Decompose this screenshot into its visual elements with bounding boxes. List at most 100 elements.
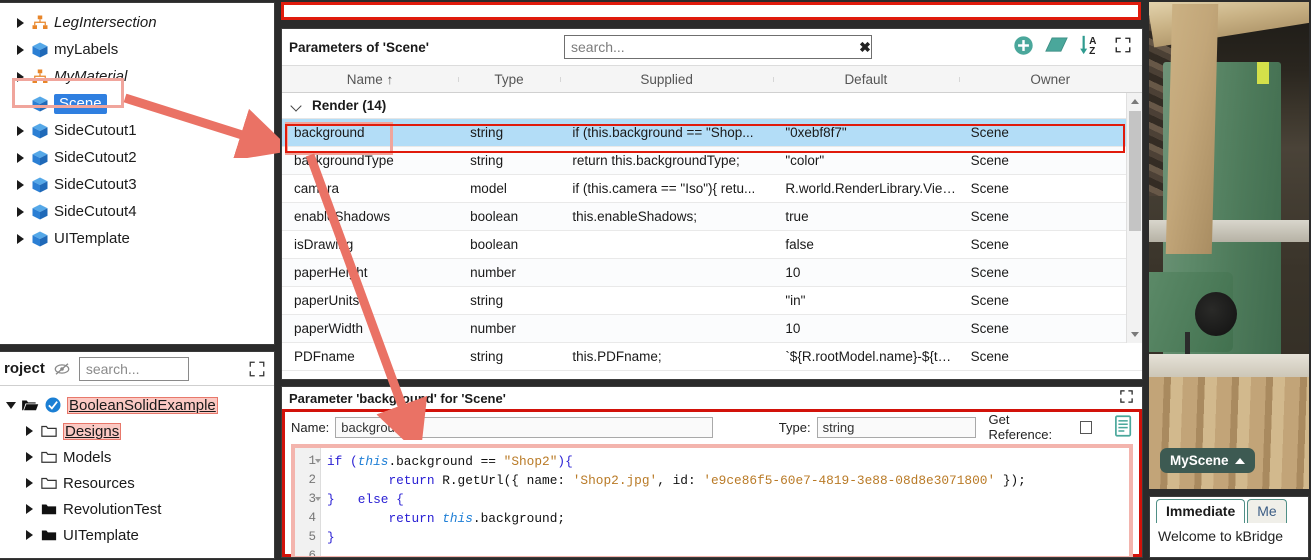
type-input[interactable]: string xyxy=(816,416,977,438)
console-message: Welcome to kBridge xyxy=(1158,528,1284,544)
project-item-uitemplate[interactable]: UITemplate xyxy=(0,522,274,548)
caret-right-icon[interactable] xyxy=(16,44,26,56)
project-tree[interactable]: BooleanSolidExample Designs Models Resource… xyxy=(0,386,274,548)
caret-right-icon[interactable] xyxy=(16,233,26,245)
name-input[interactable]: background xyxy=(335,416,713,438)
table-row[interactable]: PDFname string this.PDFname; `${R.rootModel… xyxy=(282,343,1142,371)
column-header-type[interactable]: Type xyxy=(458,72,560,87)
render-viewport[interactable]: MyScene xyxy=(1149,2,1309,489)
model-tree-panel: LegIntersection myLabels MyMaterial Scene Si… xyxy=(0,2,275,345)
cell-name: PDFname xyxy=(294,349,355,364)
parameters-scrollbar[interactable] xyxy=(1126,93,1142,343)
tree-item-mymaterial[interactable]: MyMaterial xyxy=(0,63,274,90)
caret-right-icon[interactable] xyxy=(16,152,26,164)
code-token: this xyxy=(357,454,389,469)
code-editor[interactable]: 1 2 3 4 5 6 if (this.background == "Shop2"){ … xyxy=(291,444,1133,557)
parameters-title: Parameters of 'Scene' xyxy=(289,39,429,55)
tree-item-mylabels[interactable]: myLabels xyxy=(0,36,274,63)
caret-down-icon[interactable] xyxy=(6,399,16,411)
table-row[interactable]: enableShadows boolean this.enableShadows; t… xyxy=(282,203,1142,231)
cell-name: camera xyxy=(294,181,340,196)
table-row[interactable]: camera model if (this.camera == "Iso"){ re… xyxy=(282,175,1142,203)
clear-search-icon[interactable]: ✖ xyxy=(858,35,872,59)
console-tabs[interactable]: Immediate Me xyxy=(1150,497,1308,523)
right-column: MyScene Immediate Me Welcome to kBridge xyxy=(1147,0,1311,560)
tree-item-sidecutout4[interactable]: SideCutout4 xyxy=(0,198,274,225)
project-item-resources[interactable]: Resources xyxy=(0,470,274,496)
tree-item-sidecutout3[interactable]: SideCutout3 xyxy=(0,171,274,198)
caret-none[interactable] xyxy=(16,98,26,110)
box-icon xyxy=(31,149,49,167)
viewport-wheel xyxy=(1195,292,1237,336)
caret-right-icon[interactable] xyxy=(16,71,26,83)
tab-immediate[interactable]: Immediate xyxy=(1156,499,1246,523)
scrollbar-thumb[interactable] xyxy=(1129,111,1141,231)
table-row[interactable]: paperWidth number 10 Scene xyxy=(282,315,1142,343)
column-header-name[interactable]: Name ↑ xyxy=(282,72,458,87)
tree-item-legintersection[interactable]: LegIntersection xyxy=(0,9,274,36)
code-token: return xyxy=(388,511,435,526)
code-line: return this.background; xyxy=(327,509,1129,528)
svg-text:Z: Z xyxy=(1089,46,1095,56)
get-reference-checkbox[interactable] xyxy=(1079,420,1093,434)
parameters-rows[interactable]: background string if (this.background == "… xyxy=(282,119,1142,371)
project-item-booleansolidexample[interactable]: BooleanSolidExample xyxy=(0,392,274,418)
eye-slash-icon[interactable] xyxy=(53,360,71,378)
table-row[interactable]: background string if (this.background == "… xyxy=(282,119,1142,147)
table-row[interactable]: paperHeight number 10 Scene xyxy=(282,259,1142,287)
code-text[interactable]: if (this.background == "Shop2"){ return … xyxy=(321,448,1129,556)
sort-az-icon[interactable]: A Z xyxy=(1079,34,1103,59)
group-row-render[interactable]: Render (14) xyxy=(282,93,1142,119)
parameters-search-input[interactable]: search... xyxy=(564,35,872,59)
caret-right-icon[interactable] xyxy=(16,206,26,218)
cell-owner: Scene xyxy=(970,209,1009,224)
box-icon xyxy=(31,176,49,194)
scene-selector-button[interactable]: MyScene xyxy=(1160,448,1255,473)
cell-type: string xyxy=(470,125,504,140)
scene-selector-label: MyScene xyxy=(1170,453,1229,468)
scroll-down-arrow-icon[interactable] xyxy=(1127,327,1142,343)
table-row[interactable]: isDrawing boolean false Scene xyxy=(282,231,1142,259)
project-item-revolutiontest[interactable]: RevolutionTest xyxy=(0,496,274,522)
project-item-designs[interactable]: Designs xyxy=(0,418,274,444)
cell-supplied: return this.backgroundType; xyxy=(572,153,740,168)
tree-item-sidecutout1[interactable]: SideCutout1 xyxy=(0,117,274,144)
tree-item-label: SideCutout1 xyxy=(54,122,137,139)
column-header-supplied[interactable]: Supplied xyxy=(560,72,773,87)
fold-arrow-icon[interactable] xyxy=(315,497,321,501)
caret-right-icon[interactable] xyxy=(25,451,35,463)
add-parameter-icon[interactable] xyxy=(1013,35,1034,59)
table-row[interactable]: backgroundType string return this.backgrou… xyxy=(282,147,1142,175)
caret-right-icon[interactable] xyxy=(25,503,35,515)
caret-right-icon[interactable] xyxy=(25,529,35,541)
expand-icon[interactable] xyxy=(1114,36,1132,57)
caret-right-icon[interactable] xyxy=(16,125,26,137)
caret-right-icon[interactable] xyxy=(25,477,35,489)
expand-icon[interactable] xyxy=(1119,389,1134,407)
document-icon[interactable] xyxy=(1114,414,1133,440)
column-header-owner[interactable]: Owner xyxy=(958,72,1142,87)
code-line: } else { xyxy=(327,490,1129,509)
model-tree[interactable]: LegIntersection myLabels MyMaterial Scene Si… xyxy=(0,3,274,252)
caret-right-icon[interactable] xyxy=(16,17,26,29)
project-search-input[interactable]: search... xyxy=(78,356,189,381)
column-header-default[interactable]: Default xyxy=(773,72,958,87)
code-token: .background == xyxy=(388,454,504,469)
tree-item-sidecutout2[interactable]: SideCutout2 xyxy=(0,144,274,171)
tree-item-label: Scene xyxy=(54,93,107,114)
tree-item-scene[interactable]: Scene xyxy=(0,90,274,117)
eraser-icon[interactable] xyxy=(1045,36,1068,57)
expand-icon[interactable] xyxy=(248,360,266,378)
tab-me[interactable]: Me xyxy=(1247,499,1287,523)
box-icon xyxy=(31,203,49,221)
table-row[interactable]: paperUnits string "in" Scene xyxy=(282,287,1142,315)
scroll-up-arrow-icon[interactable] xyxy=(1127,93,1142,109)
parameters-grid: Render (14) background string if (this.bac… xyxy=(282,93,1142,371)
project-item-models[interactable]: Models xyxy=(0,444,274,470)
fold-arrow-icon[interactable] xyxy=(315,459,321,463)
chevron-down-icon[interactable] xyxy=(292,102,303,109)
project-item-label: RevolutionTest xyxy=(63,500,162,518)
tree-item-uitemplate[interactable]: UITemplate xyxy=(0,225,274,252)
caret-right-icon[interactable] xyxy=(25,425,35,437)
caret-right-icon[interactable] xyxy=(16,179,26,191)
